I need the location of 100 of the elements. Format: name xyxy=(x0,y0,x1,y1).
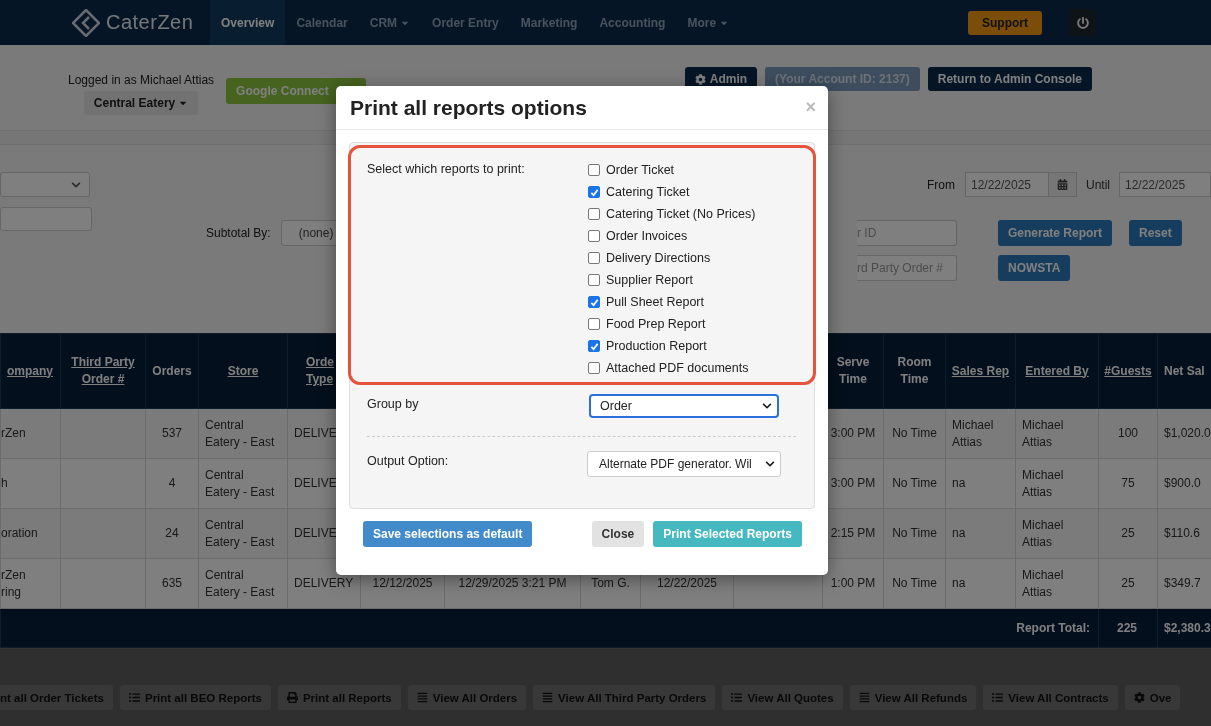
table-cell: 4 xyxy=(145,458,199,509)
table-cell: No Time xyxy=(883,508,946,559)
list-icon xyxy=(416,692,428,703)
table-cell: 24 xyxy=(145,508,199,559)
nowsta-button[interactable]: NOWSTA xyxy=(998,255,1071,281)
logo-text: CaterZen xyxy=(106,11,194,34)
reports-label: Select which reports to print: xyxy=(367,161,526,178)
checkbox[interactable] xyxy=(588,274,600,286)
table-cell: No Time xyxy=(883,558,946,609)
column-header[interactable]: Third Party Order # xyxy=(60,333,146,409)
nav-item[interactable]: Calendar xyxy=(285,0,359,45)
nav-item[interactable]: Order Entry xyxy=(421,0,510,45)
support-button[interactable]: Support xyxy=(968,10,1042,35)
table-cell: Central Eatery - East xyxy=(198,508,288,559)
reset-button[interactable]: Reset xyxy=(1129,220,1182,246)
checkbox-label: Production Report xyxy=(606,339,707,353)
chevron-icon xyxy=(71,179,81,190)
subtotal-label: Subtotal By: xyxy=(206,226,271,240)
column-header: Net Sal xyxy=(1157,333,1211,409)
checkbox[interactable] xyxy=(588,186,600,198)
table-cell: na xyxy=(945,508,1016,559)
checkbox-label: Order Invoices xyxy=(606,229,688,243)
list-icon xyxy=(128,692,140,703)
column-header: Room Time xyxy=(883,333,946,409)
calendar-icon[interactable] xyxy=(1049,172,1077,197)
checkbox[interactable] xyxy=(588,340,600,352)
checkbox-label: Food Prep Report xyxy=(606,317,706,331)
checkbox-label: Pull Sheet Report xyxy=(606,295,704,309)
date-field[interactable]: 12/22/2025 xyxy=(1119,172,1211,197)
table-cell: h xyxy=(0,458,61,509)
table-cell: Central Eatery - East xyxy=(198,458,288,509)
checkbox-label: Catering Ticket (No Prices) xyxy=(606,207,756,221)
column-header[interactable]: Sales Rep xyxy=(945,333,1016,409)
settings-icon xyxy=(1133,692,1145,703)
dialog-button[interactable]: Print Selected Reports xyxy=(653,521,802,547)
table-cell: 1:00 PM xyxy=(822,558,884,609)
checkbox-label: Supplier Report xyxy=(606,273,693,287)
checkbox[interactable] xyxy=(588,164,600,176)
table-cell: $110.6 xyxy=(1157,508,1211,559)
table-cell: 25 xyxy=(1098,558,1158,609)
table-cell: Michael Attias xyxy=(1015,558,1099,609)
list-icon xyxy=(992,692,1004,703)
output-option-label: Output Option: xyxy=(367,453,450,468)
table-cell: Central Eatery - East xyxy=(198,408,288,459)
nav-item[interactable]: CRM xyxy=(358,0,422,45)
column-header[interactable]: #Guests xyxy=(1098,333,1158,409)
until-label: Until xyxy=(1086,177,1110,192)
checkbox-label: Catering Ticket xyxy=(606,185,690,199)
power-icon xyxy=(1076,16,1089,29)
checkbox[interactable] xyxy=(588,252,600,264)
table-cell: 75 xyxy=(1098,458,1158,509)
table-cell: Michael Attias xyxy=(1015,408,1099,459)
checkbox[interactable] xyxy=(588,362,600,374)
printer-icon xyxy=(286,692,298,703)
logged-in-text: Logged in as Michael Attias xyxy=(68,73,215,87)
table-cell: No Time xyxy=(883,458,946,509)
checkbox[interactable] xyxy=(588,318,600,330)
total-net-sales: $2,380.3 xyxy=(1157,608,1211,648)
checkbox-label: Order Ticket xyxy=(606,163,675,177)
table-cell: 635 xyxy=(145,558,199,609)
input-field[interactable] xyxy=(0,207,92,231)
list-icon xyxy=(542,692,554,703)
generate-report-button[interactable]: Generate Report xyxy=(998,220,1113,246)
date-field[interactable]: 12/22/2025 xyxy=(965,172,1049,197)
group-by-label: Group by xyxy=(367,396,420,411)
store-dropdown[interactable]: Central Eatery xyxy=(83,91,199,115)
column-header: Orders xyxy=(145,333,199,409)
checkbox[interactable] xyxy=(588,208,600,220)
chevron-icon xyxy=(762,401,772,411)
nav-item[interactable]: Marketing xyxy=(509,0,589,45)
table-cell: $900.0 xyxy=(1157,458,1211,509)
report-total-label: Report Total: xyxy=(0,608,1099,648)
column-header[interactable]: ompany xyxy=(0,333,61,409)
table-cell: rZen xyxy=(0,408,61,459)
return-to-admin-button[interactable]: Return to Admin Console xyxy=(927,67,1092,91)
power-button[interactable] xyxy=(1069,9,1096,36)
nav-item[interactable]: More xyxy=(676,0,741,45)
output-option-select[interactable]: Alternate PDF generator. Wil xyxy=(587,451,781,477)
table-cell: $1,020.0 xyxy=(1157,408,1211,459)
nav-item[interactable]: Overview xyxy=(210,0,286,45)
group-by-select[interactable]: Order xyxy=(589,394,779,418)
table-cell: rZen ring xyxy=(0,558,61,609)
table-cell: $349.7 xyxy=(1157,558,1211,609)
dialog-button[interactable]: Close xyxy=(591,521,645,547)
total-guests: 225 xyxy=(1098,608,1158,648)
table-cell: No Time xyxy=(883,408,946,459)
table-cell: Michael Attias xyxy=(1015,458,1099,509)
checkbox[interactable] xyxy=(588,230,600,242)
chevron-icon xyxy=(765,459,775,469)
list-icon xyxy=(731,692,743,703)
table-cell: Central Eatery - East xyxy=(198,558,288,609)
column-header[interactable]: Store xyxy=(198,333,288,409)
close-button[interactable]: × xyxy=(805,97,816,118)
dialog-button[interactable]: Save selections as default xyxy=(363,521,533,547)
column-header[interactable]: Entered By xyxy=(1015,333,1099,409)
nav-item[interactable]: Accounting xyxy=(588,0,677,45)
checkbox[interactable] xyxy=(588,296,600,308)
table-cell: na xyxy=(945,558,1016,609)
table-cell: na xyxy=(945,458,1016,509)
table-cell: 537 xyxy=(145,408,199,459)
